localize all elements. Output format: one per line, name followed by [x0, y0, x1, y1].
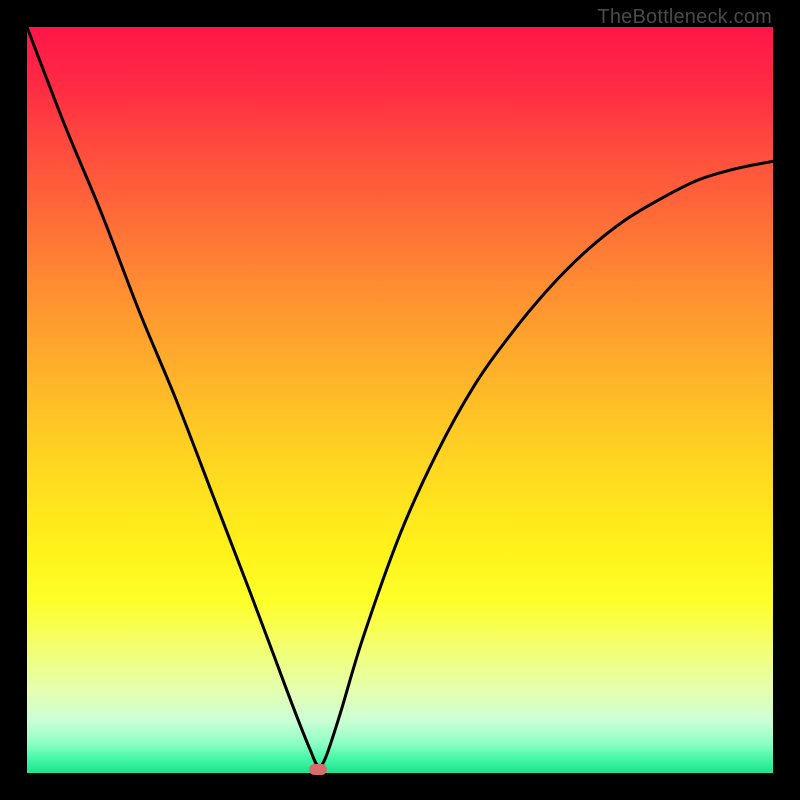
- minimum-marker: [309, 764, 327, 775]
- plot-area: [27, 27, 773, 773]
- chart-frame: TheBottleneck.com: [0, 0, 800, 800]
- bottleneck-curve: [27, 27, 773, 773]
- attribution-text: TheBottleneck.com: [597, 6, 772, 29]
